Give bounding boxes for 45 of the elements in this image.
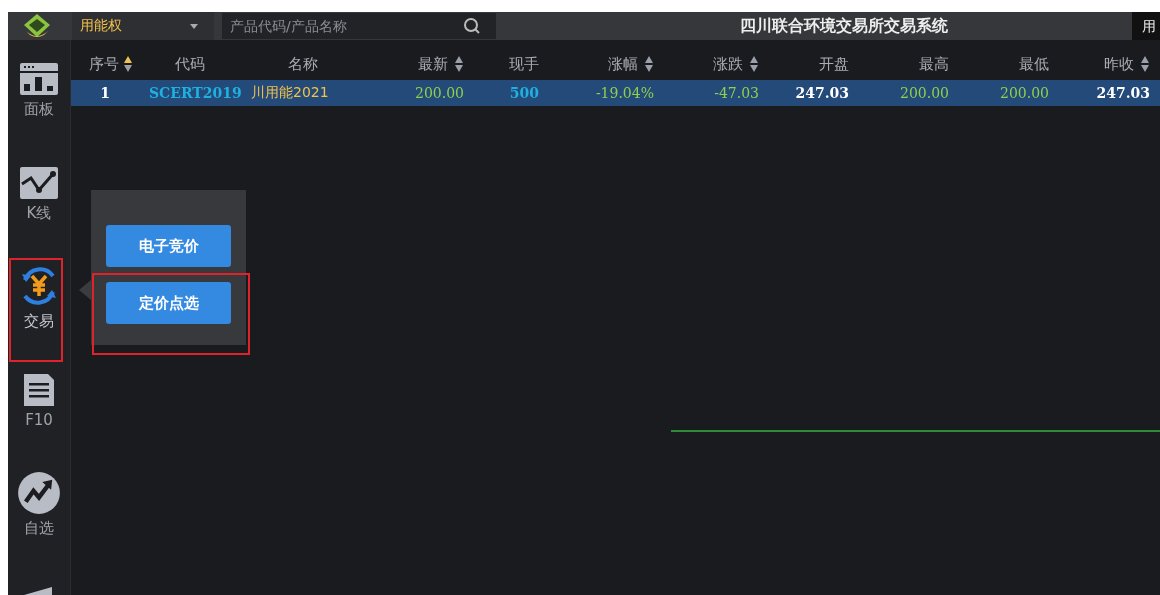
table-cell: 500 xyxy=(509,85,539,101)
sidebar-label[interactable]: K线 xyxy=(26,203,52,223)
search-field[interactable]: 产品代码/产品名称 xyxy=(222,13,448,39)
table-cell: 川用能2021 xyxy=(251,84,329,102)
column-header[interactable]: 涨跌 xyxy=(713,54,743,74)
column-header[interactable]: 最低 xyxy=(1019,54,1049,74)
column-header[interactable]: 昨收 xyxy=(1104,54,1134,74)
user-menu[interactable]: 用 xyxy=(1132,12,1160,40)
table-cell: 200.00 xyxy=(415,85,464,101)
sort-icon[interactable] xyxy=(644,55,654,73)
sort-icon[interactable] xyxy=(1140,55,1150,73)
sort-icon[interactable] xyxy=(749,55,759,73)
trend-icon[interactable] xyxy=(17,471,61,516)
column-header[interactable]: 最新 xyxy=(418,54,448,74)
table-cell: 200.00 xyxy=(900,85,949,101)
menu-button[interactable]: 定价点选 xyxy=(106,282,231,324)
sort-icon[interactable] xyxy=(454,55,464,73)
table-cell: 247.03 xyxy=(795,85,849,101)
column-header[interactable]: 开盘 xyxy=(819,54,849,74)
logo-icon xyxy=(22,13,52,39)
sidebar-label[interactable]: 自选 xyxy=(24,519,54,539)
table-cell: 247.03 xyxy=(1096,85,1150,101)
column-header[interactable]: 名称 xyxy=(287,54,318,74)
search-icon[interactable] xyxy=(448,13,496,39)
table-cell: -47.03 xyxy=(714,85,759,101)
column-header[interactable]: 涨幅 xyxy=(608,54,638,74)
table-cell: SCERT2019 xyxy=(149,85,242,101)
menu-button[interactable]: 电子竞价 xyxy=(106,225,231,267)
column-header[interactable]: 代码 xyxy=(175,54,205,74)
table-cell: -19.04% xyxy=(595,85,654,101)
table-cell: 1 xyxy=(100,85,110,101)
market-dropdown[interactable]: 用能权 xyxy=(72,12,214,40)
sort-icon[interactable] xyxy=(123,55,133,73)
line-chart-icon[interactable] xyxy=(19,165,59,200)
sidebar-label[interactable]: 面板 xyxy=(24,100,54,119)
table-row[interactable]: 1 SCERT2019 川用能2021 200.00 500 -19.04% -47.03 247.03 200.00 200.00 247.03 xyxy=(71,80,1160,106)
window-title: 四川联合环境交易所交易系统 xyxy=(739,15,949,37)
caret-icon xyxy=(190,23,198,29)
table-cell: 200.00 xyxy=(1000,85,1049,101)
sidebar-label[interactable]: 交易 xyxy=(24,311,54,331)
sidebar-label[interactable]: F10 xyxy=(25,411,53,430)
dashboard-icon[interactable] xyxy=(19,62,59,96)
column-header[interactable]: 序号 xyxy=(89,54,119,74)
column-header[interactable]: 最高 xyxy=(919,54,949,74)
column-header[interactable]: 现手 xyxy=(509,54,539,74)
